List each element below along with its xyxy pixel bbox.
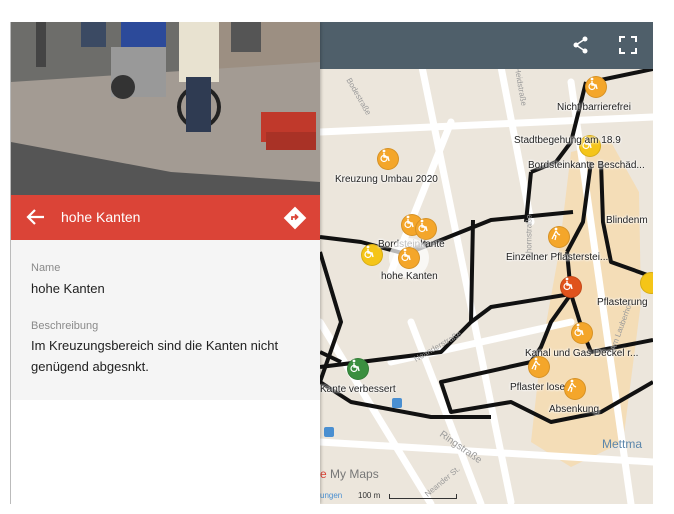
pedestrian-icon <box>567 379 577 393</box>
marker-label-pflaster-lose: Pflaster lose <box>510 382 566 393</box>
my-maps-watermark: e My Maps <box>320 467 379 481</box>
fullscreen-icon[interactable] <box>617 34 639 56</box>
wheelchair-icon <box>401 248 411 262</box>
feature-title: hohe Kanten <box>61 209 141 225</box>
name-value: hohe Kanten <box>31 281 105 296</box>
marker-label-bordsteinkante-beschaedigt: Bordsteinkante Beschäd... <box>528 160 645 171</box>
marker-label-nicht-barrierefrei: Nicht barrierefrei <box>557 102 631 113</box>
marker-pflaster-lose[interactable] <box>528 356 550 378</box>
feature-photo <box>11 22 320 195</box>
name-label: Name <box>31 262 61 274</box>
marker-label-stadtbegehung: Stadtbegehung am 18.9 <box>514 135 621 146</box>
marker-label-pflasterung: Pflasterung <box>597 297 648 308</box>
city-label: Mettma <box>602 437 643 451</box>
wheelchair-icon <box>350 359 360 373</box>
marker-b[interactable] <box>415 218 437 240</box>
wheelchair-icon <box>563 277 573 291</box>
back-arrow-icon[interactable] <box>25 206 47 228</box>
wheelchair-icon <box>380 149 390 163</box>
feature-details: Name hohe Kanten Beschreibung Im Kreuzun… <box>11 240 320 400</box>
directions-icon[interactable] <box>283 206 307 230</box>
marker-nicht-barrierefrei[interactable] <box>585 76 607 98</box>
map-toolbar <box>320 22 653 69</box>
description-line-1: Im Kreuzungsbereich sind die Kanten nich… <box>31 338 279 353</box>
wheelchair-icon <box>364 245 374 259</box>
pedestrian-icon <box>551 227 561 241</box>
marker-label-absenkung: Absenkung <box>549 404 600 415</box>
wheelchair-icon <box>404 215 414 229</box>
marker-kante-verbessert[interactable] <box>347 358 369 380</box>
marker-absenkung[interactable] <box>564 378 586 400</box>
marker-einzelner-pflasterstein[interactable] <box>548 226 570 248</box>
feature-header-bar: hohe Kanten <box>11 195 320 240</box>
marker-label-einzelner-pflasterstein: Einzelner Pflasterstei... <box>506 252 609 263</box>
scale-bar <box>389 494 457 499</box>
feature-details-panel: hohe Kanten Name hohe Kanten Beschreibun… <box>11 22 320 504</box>
wheelchair-icon <box>574 323 584 337</box>
marker-kreuzung-umbau[interactable] <box>377 148 399 170</box>
marker-label-blindenm: Blindenm <box>606 215 648 226</box>
share-icon[interactable] <box>570 34 592 56</box>
description-line-2: genügend abgesnkt. <box>31 359 149 374</box>
marker-kanal-gas-deckel[interactable] <box>571 322 593 344</box>
marker-label-kreuzung-umbau: Kreuzung Umbau 2020 <box>335 174 438 185</box>
wheelchair-icon <box>588 77 598 91</box>
marker-label-hohe-kanten: hohe Kanten <box>381 271 438 282</box>
app-frame: Bodestraße Heidstraße Ahornstraße Neande… <box>10 22 653 504</box>
marker-red[interactable] <box>560 276 582 298</box>
marker-hohe-kanten-selected[interactable] <box>398 247 420 269</box>
scale-prefix-text: ungen <box>320 491 343 500</box>
marker-label-kante-verbessert: Kante verbessert <box>320 384 396 395</box>
scale-bar-label: 100 m <box>358 491 381 500</box>
pedestrian-icon <box>531 357 541 371</box>
bus-stop-icon <box>392 398 402 408</box>
bus-stop-icon <box>324 427 334 437</box>
description-label: Beschreibung <box>31 320 99 332</box>
wheelchair-icon <box>418 219 428 233</box>
